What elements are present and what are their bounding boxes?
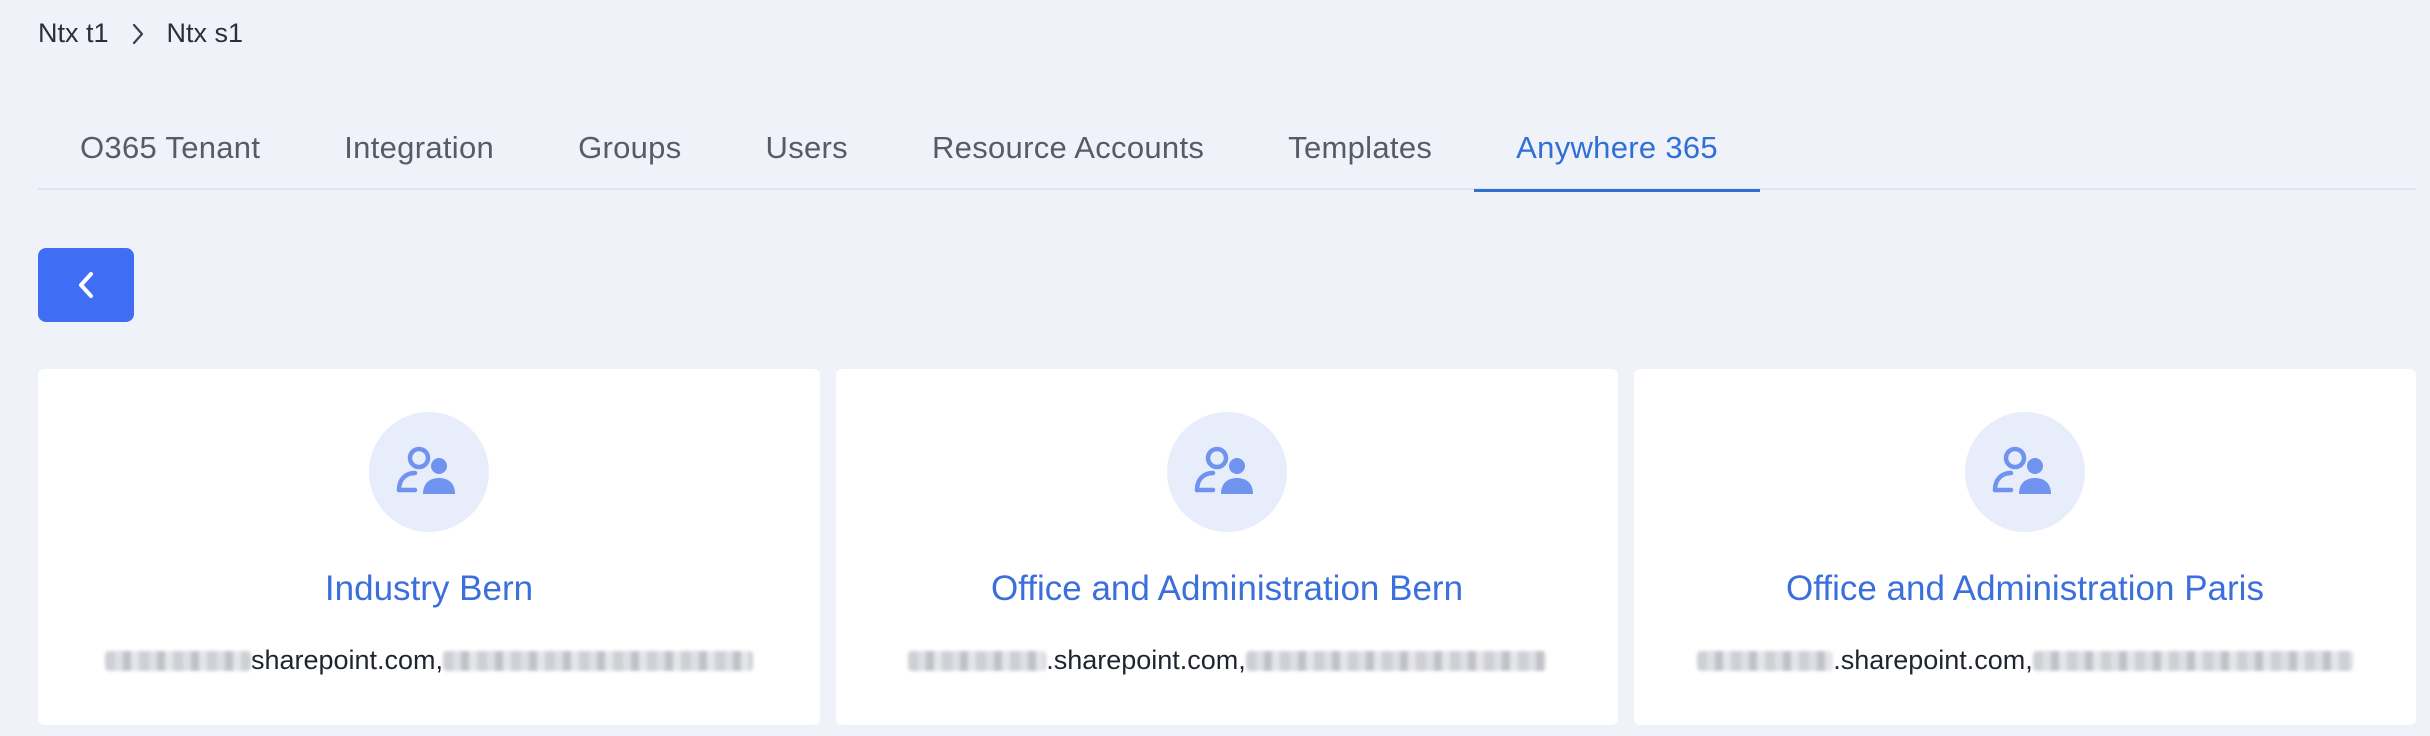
url-domain: .sharepoint.com, <box>1833 645 2033 675</box>
card-url: sharepoint.com, <box>38 645 820 676</box>
redacted-text <box>2032 650 2353 671</box>
back-button[interactable] <box>38 248 134 322</box>
chevron-left-icon <box>79 272 93 298</box>
card-title[interactable]: Office and Administration Bern <box>836 569 1618 609</box>
card-url: .sharepoint.com, <box>1634 645 2416 676</box>
tab-users[interactable]: Users <box>724 106 890 190</box>
site-card[interactable]: Industry Bern sharepoint.com, <box>38 369 820 725</box>
avatar <box>369 412 489 532</box>
breadcrumb-item-tenant[interactable]: Ntx t1 <box>38 18 109 49</box>
group-users-icon <box>1194 446 1253 494</box>
url-domain: .sharepoint.com, <box>1046 645 1246 675</box>
avatar <box>1167 412 1287 532</box>
redacted-text <box>908 650 1047 671</box>
url-domain: sharepoint.com, <box>250 645 444 675</box>
site-card[interactable]: Office and Administration Bern .sharepoi… <box>836 369 1618 725</box>
site-card[interactable]: Office and Administration Paris .sharepo… <box>1634 369 2416 725</box>
tab-anywhere-365[interactable]: Anywhere 365 <box>1474 106 1760 192</box>
card-url: .sharepoint.com, <box>836 645 1618 676</box>
page: Ntx t1 Ntx s1 O365 Tenant Integration Gr… <box>0 0 2430 736</box>
breadcrumb-item-site: Ntx s1 <box>166 18 244 48</box>
redacted-text <box>443 650 754 671</box>
tab-groups[interactable]: Groups <box>536 106 723 190</box>
card-title[interactable]: Office and Administration Paris <box>1634 569 2416 609</box>
chevron-right-icon <box>131 22 145 46</box>
avatar <box>1965 412 2085 532</box>
breadcrumb: Ntx t1 Ntx s1 <box>38 18 243 49</box>
group-users-icon <box>1992 446 2051 494</box>
tab-o365-tenant[interactable]: O365 Tenant <box>38 106 302 190</box>
redacted-text <box>104 650 251 671</box>
redacted-text <box>1245 650 1546 671</box>
redacted-text <box>1697 650 1834 671</box>
tab-bar: O365 Tenant Integration Groups Users Res… <box>38 106 2416 192</box>
tab-resource-accounts[interactable]: Resource Accounts <box>890 106 1246 190</box>
group-users-icon <box>396 446 455 494</box>
card-title[interactable]: Industry Bern <box>38 569 820 609</box>
site-cards: Industry Bern sharepoint.com, Office and… <box>38 369 2416 725</box>
tab-templates[interactable]: Templates <box>1246 106 1474 190</box>
tab-integration[interactable]: Integration <box>302 106 536 190</box>
